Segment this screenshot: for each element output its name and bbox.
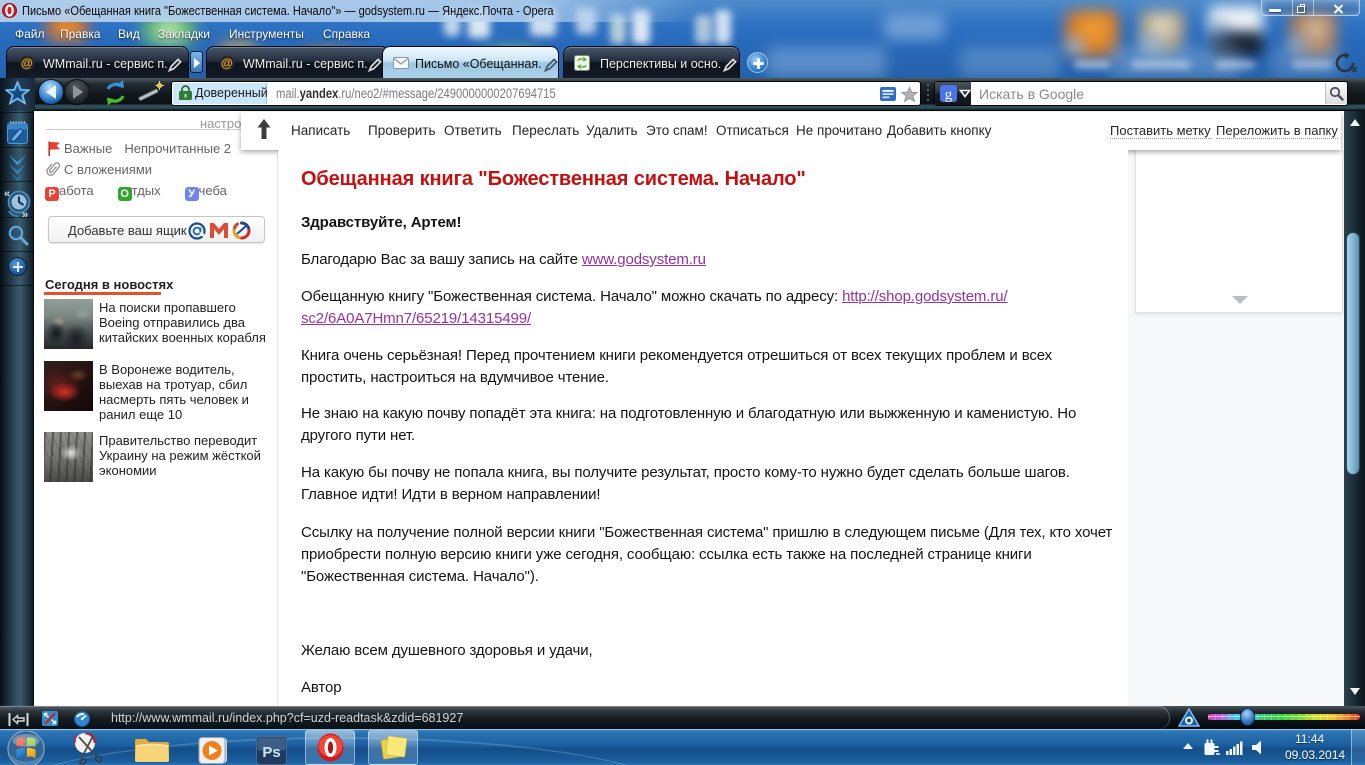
svg-text:Ps: Ps: [262, 744, 280, 761]
svg-text:«: «: [4, 188, 10, 200]
svg-text:»: »: [22, 209, 28, 219]
svg-text:@: @: [21, 56, 33, 70]
svg-text:g: g: [945, 87, 953, 102]
svg-text:@: @: [221, 56, 233, 70]
